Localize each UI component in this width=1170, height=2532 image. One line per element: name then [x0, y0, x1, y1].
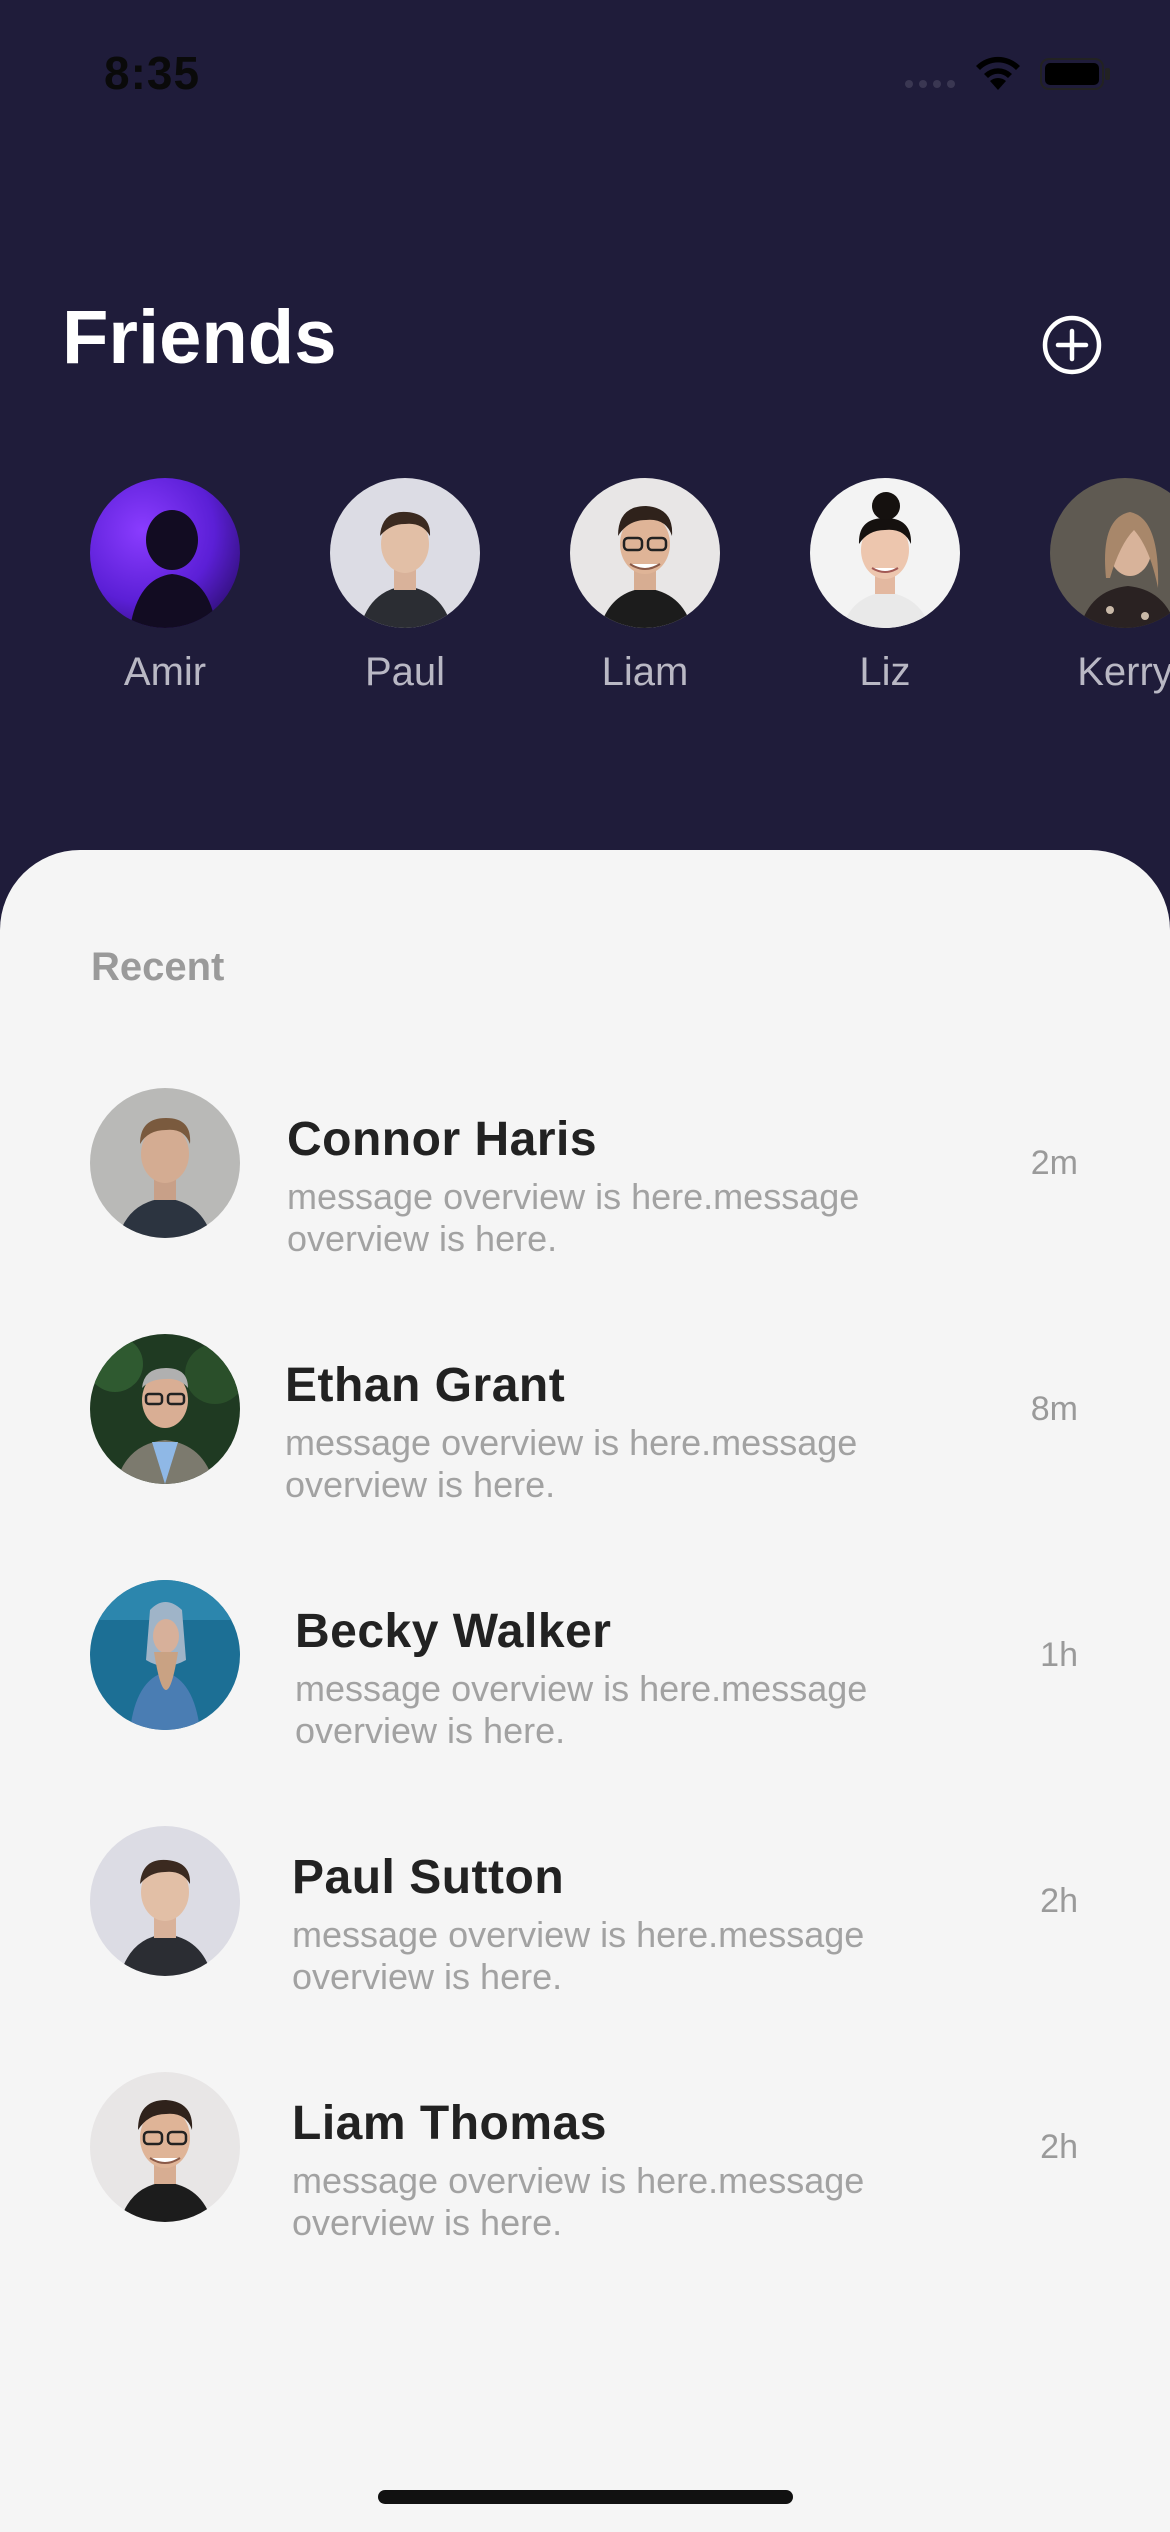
avatar — [90, 2072, 240, 2222]
conversation-time: 1h — [1040, 1636, 1078, 1674]
friend-story-paul[interactable]: Paul — [325, 478, 485, 695]
page-title: Friends — [62, 295, 337, 380]
conversation-preview: message overview is here.message overvie… — [295, 1668, 868, 1751]
conversation-name: Connor Haris — [287, 1113, 598, 1166]
friend-story-amir[interactable]: Amir — [85, 478, 245, 695]
conversation-name: Liam Thomas — [292, 2097, 607, 2150]
conversation-preview: message overview is here.message overvie… — [285, 1422, 858, 1505]
friend-story-kerry[interactable]: Kerry — [1045, 478, 1170, 695]
friend-story-name: Paul — [364, 650, 446, 694]
recent-panel: Recent Connor Haris message overview is … — [0, 850, 1170, 2532]
home-indicator[interactable] — [378, 2490, 793, 2504]
conversation-name: Paul Sutton — [292, 1851, 565, 1904]
friend-story-name: Liz — [859, 650, 911, 694]
conversation-name: Becky Walker — [295, 1605, 612, 1658]
cellular-signal-icon — [905, 80, 955, 88]
conversation-row[interactable]: Connor Haris message overview is here.me… — [0, 1088, 1170, 1268]
conversation-time: 2h — [1040, 2128, 1078, 2166]
conversation-time: 2h — [1040, 1882, 1078, 1920]
friends-screen: 8:35 Friends Amir Paul Liam Liz Kerry Re… — [0, 0, 1170, 2532]
friend-story-name: Kerry — [1077, 650, 1170, 694]
friend-story-name: Liam — [601, 650, 689, 694]
conversation-preview: message overview is here.message overvie… — [287, 1176, 860, 1259]
battery-icon — [1040, 56, 1112, 92]
avatar — [90, 1334, 240, 1484]
conversation-time: 8m — [1030, 1390, 1078, 1428]
conversation-row[interactable]: Ethan Grant message overview is here.mes… — [0, 1334, 1170, 1514]
conversation-row[interactable]: Paul Sutton message overview is here.mes… — [0, 1826, 1170, 2006]
friends-stories-row: Amir Paul Liam Liz Kerry — [0, 478, 1170, 708]
conversation-row[interactable]: Liam Thomas message overview is here.mes… — [0, 2072, 1170, 2252]
avatar — [90, 1088, 240, 1238]
conversation-preview: message overview is here.message overvie… — [292, 1914, 865, 1997]
conversation-preview: message overview is here.message overvie… — [292, 2160, 865, 2243]
section-label-recent: Recent — [91, 945, 225, 989]
conversation-time: 2m — [1030, 1144, 1078, 1182]
avatar — [90, 1580, 240, 1730]
status-time: 8:35 — [104, 47, 201, 99]
avatar — [810, 478, 960, 628]
friend-story-name: Amir — [123, 650, 207, 694]
avatar — [1050, 478, 1170, 628]
friend-story-liam[interactable]: Liam — [565, 478, 725, 695]
friend-story-liz[interactable]: Liz — [805, 478, 965, 695]
avatar — [570, 478, 720, 628]
avatar — [90, 1826, 240, 1976]
avatar — [330, 478, 480, 628]
wifi-icon — [970, 50, 1026, 94]
plus-circle-icon — [1042, 315, 1102, 375]
conversation-row[interactable]: Becky Walker message overview is here.me… — [0, 1580, 1170, 1760]
conversation-name: Ethan Grant — [285, 1359, 566, 1412]
avatar — [90, 478, 240, 628]
add-friend-button[interactable] — [1040, 313, 1104, 377]
